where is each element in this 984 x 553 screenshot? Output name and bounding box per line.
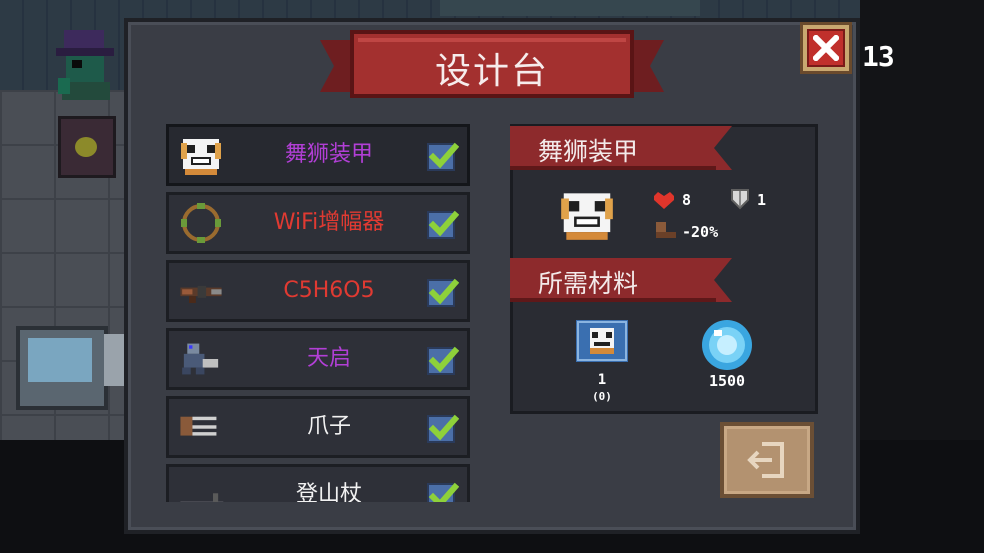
- material-count: 1: [597, 372, 607, 388]
- page-title: 设计台: [434, 51, 549, 92]
- energy-gem-icon: [702, 320, 752, 370]
- counter-value: 13: [862, 40, 895, 73]
- background-terminal: [16, 326, 108, 410]
- close-button[interactable]: [800, 22, 852, 74]
- item-label: WiFi增幅器: [273, 210, 385, 235]
- checkmark-icon: [428, 482, 459, 502]
- item-checkbox[interactable]: [427, 414, 459, 443]
- energy-cost: 1500: [708, 372, 746, 390]
- item-name: 舞狮装甲: [538, 137, 639, 166]
- boot-icon: [656, 222, 676, 238]
- material-owned: (0): [592, 390, 612, 403]
- checkmark-icon: [428, 278, 459, 305]
- item-label: 舞狮装甲: [284, 142, 373, 167]
- exit-door-icon: [747, 442, 784, 478]
- background-shelf-item: [58, 116, 116, 178]
- exit-button[interactable]: [720, 422, 814, 498]
- heart-icon: [654, 192, 674, 209]
- materials-banner: 所需材料: [510, 258, 732, 302]
- checkmark-icon: [428, 142, 459, 169]
- item-name-banner: 舞狮装甲: [510, 126, 732, 170]
- list-item[interactable]: 天启: [166, 328, 470, 390]
- lion-dance-armor-preview-icon: [561, 193, 613, 240]
- speed-value: -20%: [682, 223, 719, 241]
- apocalypse-mech-icon: [182, 343, 219, 375]
- trekking-pole-icon: [180, 493, 224, 502]
- item-checkbox[interactable]: [427, 346, 459, 375]
- close-x-icon: [813, 35, 839, 61]
- list-item[interactable]: 舞狮装甲: [166, 124, 470, 186]
- item-checkbox[interactable]: [427, 278, 459, 307]
- background-window: [440, 0, 700, 16]
- npc-character: [56, 30, 114, 100]
- item-label: 登山杖: [295, 482, 362, 502]
- checkmark-icon: [428, 210, 459, 237]
- item-label: C5H6O5: [283, 278, 375, 303]
- item-label: 天启: [306, 346, 351, 371]
- checkmark-icon: [428, 414, 459, 441]
- list-item[interactable]: 爪子: [166, 396, 470, 458]
- item-checkbox[interactable]: [427, 210, 459, 239]
- item-checkbox[interactable]: [427, 142, 459, 171]
- checkmark-icon: [428, 346, 459, 373]
- claw-icon: [180, 416, 217, 436]
- item-checkbox[interactable]: [427, 482, 459, 502]
- materials-title: 所需材料: [538, 269, 639, 298]
- background-terminal-side: [104, 334, 126, 386]
- title-banner: 设计台: [320, 30, 664, 102]
- armor-value: 1: [757, 191, 767, 209]
- lion-dance-blueprint-icon: [576, 320, 628, 362]
- item-label: 爪子: [306, 414, 351, 439]
- list-item[interactable]: WiFi增幅器: [166, 192, 470, 254]
- blueprint-list[interactable]: 舞狮装甲 WiFi增幅器 C5H6O5 天启 爪子 登山杖: [166, 124, 470, 502]
- c5h6o5-gun-icon: [180, 285, 222, 303]
- health-value: 8: [682, 191, 692, 209]
- wifi-amplifier-icon: [181, 203, 221, 243]
- list-item[interactable]: C5H6O5: [166, 260, 470, 322]
- shield-icon: [731, 189, 749, 210]
- lion-dance-armor-icon: [181, 139, 221, 175]
- list-item[interactable]: 登山杖: [166, 464, 470, 502]
